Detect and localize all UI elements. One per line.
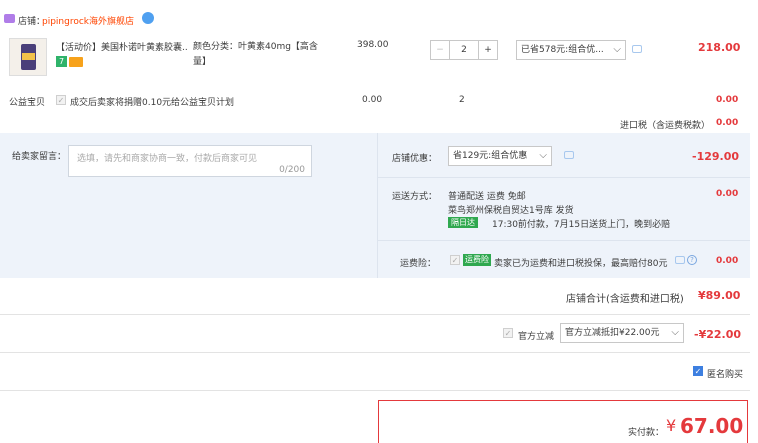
charity-price: 0.00 [362,95,383,105]
seven-day-return-icon: 7 [56,56,67,67]
message-label: 给卖家留言： [12,152,67,162]
message-textarea[interactable]: 选填，请先和商家协商一致，付款后商家可见 0/200 [68,145,312,177]
insurance-label: 运费险： [400,259,437,269]
shop-discount-select[interactable]: 省129元:组合优惠 ⌵ [448,146,552,166]
comment-icon[interactable] [675,256,685,264]
pay-amount: 67.00 [680,414,744,438]
shipping-method: 普通配送 运费 免邮 [448,192,526,202]
section-divider [0,314,750,315]
charity-label: 公益宝贝 [9,98,46,108]
store-label: 店铺： [18,17,46,27]
chevron-down-icon: ⌵ [539,150,547,161]
message-placeholder: 选填，请先和商家协商一致，付款后商家可见 [77,154,258,164]
product-spec: 颜色分类：叶黄素40mg【高含量】 [193,42,318,67]
chevron-down-icon: ⌵ [671,327,679,338]
unit-price: 398.00 [357,40,389,50]
import-tax-value: 0.00 [716,118,739,128]
insurance-badge: 运费险 [463,254,491,266]
quantity-increment-button[interactable]: + [478,40,498,60]
insurance-value: 0.00 [716,256,739,266]
pay-currency: ¥ [666,416,677,435]
comment-icon[interactable] [632,45,642,53]
store-icon [4,14,15,23]
pay-label: 实付款： [628,428,665,438]
official-discount-checkbox[interactable]: ✓ [503,328,513,338]
insurance-text: 卖家已为运费和进口税投保，最高赔付80元 [494,259,668,269]
shipping-label: 运送方式： [392,192,438,202]
product-thumbnail[interactable] [9,38,47,76]
next-day-badge: 隔日达 [448,217,478,228]
charity-text: 成交后卖家将捐赠0.10元给公益宝贝计划 [70,98,235,108]
store-name-link[interactable]: pipingrock海外旗舰店 [42,14,134,27]
charity-qty: 2 [459,95,465,105]
row-divider [378,240,750,241]
charity-total: 0.00 [716,95,739,105]
item-promo-select-value: 已省578元:组合优... [521,45,604,55]
shop-discount-value: -129.00 [692,150,740,163]
wangwang-chat-icon[interactable] [142,12,154,24]
official-discount-value: -¥22.00 [694,328,742,341]
item-promo-select[interactable]: 已省578元:组合优... ⌵ [516,40,626,60]
help-icon[interactable]: ? [687,255,697,265]
comment-icon[interactable] [564,151,574,159]
item-subtotal: 218.00 [698,41,741,54]
official-discount-label: 官方立减 [518,332,555,342]
anonymous-checkbox[interactable]: ✓ [693,366,703,376]
shipping-eta: 17:30前付款，7月15日送货上门，晚到必赔 [492,220,671,230]
official-discount-select-value: 官方立减抵扣¥22.00元 [565,328,660,338]
import-tax-label: 进口税（含运费税款） [620,121,711,131]
charity-checkbox[interactable]: ✓ [56,95,66,105]
row-divider [378,177,750,178]
shop-discount-label: 店铺优惠： [392,154,438,164]
shipping-value: 0.00 [716,189,739,199]
shop-discount-select-value: 省129元:组合优惠 [453,151,528,161]
shipping-warehouse: 菜鸟郑州保税自贸达1号库 发货 [448,206,574,216]
section-divider [0,390,750,391]
official-discount-select[interactable]: 官方立减抵扣¥22.00元 ⌵ [560,323,684,343]
chevron-down-icon: ⌵ [613,44,621,55]
product-title-link[interactable]: 【活动价】美国朴诺叶黄素胶囊... [56,40,188,53]
message-counter: 0/200 [279,165,305,175]
store-total-label: 店铺合计(含运费和进口税) [566,294,684,305]
quantity-decrement-button[interactable]: − [430,40,450,60]
credit-card-icon [69,57,83,67]
panel-divider [377,133,378,278]
quantity-input[interactable]: 2 [450,40,478,60]
insurance-checkbox[interactable]: ✓ [450,255,460,265]
store-total-value: ¥89.00 [698,289,741,302]
anonymous-label: 匿名购买 [707,370,744,380]
section-divider [0,352,750,353]
